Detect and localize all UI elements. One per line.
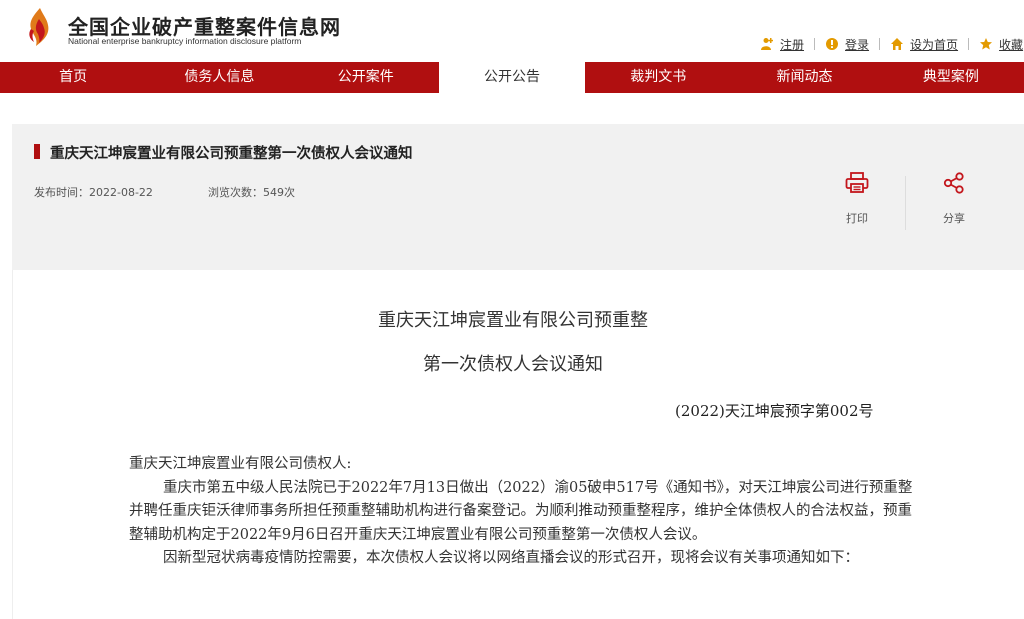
article-body: 重庆天江坤宸置业有限公司预重整 第一次债权人会议通知 (2022)天江坤宸预字第… [12,270,1024,619]
document-title-line2: 第一次债权人会议通知 [423,354,603,375]
print-label: 打印 [846,212,868,225]
document-number: (2022)天江坤宸预字第002号 [675,402,874,420]
set-homepage-link[interactable]: 设为首页 [890,36,958,53]
share-label: 分享 [943,212,965,225]
nav-public-notices[interactable]: 公开公告 [438,62,586,93]
register-label: 注册 [780,37,805,52]
bookmark-link[interactable]: 收藏 [979,36,1023,53]
login-label: 登录 [845,37,870,52]
nav-home[interactable]: 首页 [0,62,146,93]
bookmark-label: 收藏 [999,37,1024,52]
printer-icon [845,172,869,193]
site-header: 全国企业破产重整案件信息网 National enterprise bankru… [0,0,1024,62]
divider [814,38,816,50]
nav-debtor-info[interactable]: 债务人信息 [146,62,292,93]
set-homepage-label: 设为首页 [910,37,959,52]
login-icon [825,37,839,51]
title-marker [34,144,40,159]
nav-public-cases[interactable]: 公开案件 [293,62,439,93]
site-subtitle: National enterprise bankruptcy informati… [68,36,302,46]
paragraph: 重庆市第五中级人民法院已于2022年7月13日做出（2022）渝05破申517号… [129,479,913,543]
document-title-line1: 重庆天江坤宸置业有限公司预重整 [378,310,648,331]
document-text: 重庆天江坤宸置业有限公司债权人: 重庆市第五中级人民法院已于2022年7月13日… [129,453,913,571]
view-count: 浏览次数：549次 [208,186,295,199]
salutation: 重庆天江坤宸置业有限公司债权人: [129,456,352,472]
register-link[interactable]: 注册 [760,36,804,53]
share-icon [943,172,964,194]
article-header: 重庆天江坤宸置业有限公司预重整第一次债权人会议通知 发布时间：2022-08-2… [12,124,1024,270]
main-nav: 首页 债务人信息 公开案件 公开公告 裁判文书 新闻动态 典型案例 [0,62,1024,93]
home-icon [890,37,904,51]
nav-typical-cases[interactable]: 典型案例 [878,62,1024,93]
publish-time: 发布时间：2022-08-22 [34,186,153,199]
register-icon [760,37,774,51]
divider [968,38,970,50]
top-links: 注册 登录 设为首页 收藏 [760,36,1023,52]
nav-judgments[interactable]: 裁判文书 [585,62,731,93]
star-icon [979,37,993,51]
print-button[interactable]: 打印 [837,172,877,226]
divider [879,38,881,50]
nav-news[interactable]: 新闻动态 [731,62,877,93]
article-title: 重庆天江坤宸置业有限公司预重整第一次债权人会议通知 [50,146,413,162]
paragraph: 因新型冠状病毒疫情防控需要，本次债权人会议将以网络直播会议的形式召开，现将会议有… [163,550,859,566]
share-button[interactable]: 分享 [934,172,974,226]
action-divider [905,176,906,230]
login-link[interactable]: 登录 [825,36,869,53]
flame-logo-icon[interactable] [26,7,54,47]
